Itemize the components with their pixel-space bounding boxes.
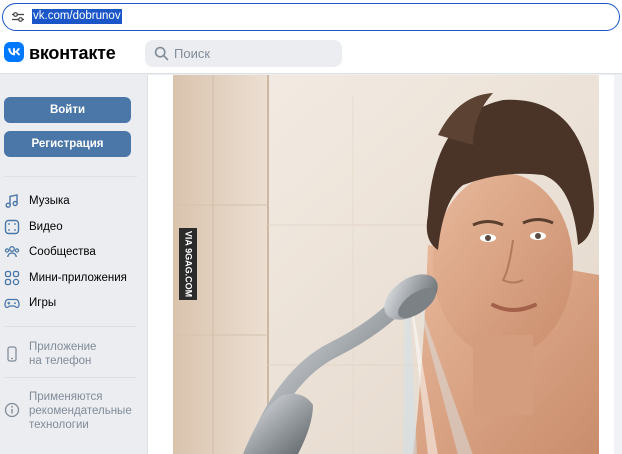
- search-input[interactable]: Поиск: [145, 40, 342, 67]
- register-button[interactable]: Регистрация: [4, 131, 131, 157]
- phone-icon: [7, 346, 17, 362]
- sidebar-item-communities[interactable]: Сообщества: [4, 242, 139, 262]
- watermark-text: VIA 9GAG.COM: [184, 231, 194, 297]
- recommended-line1: Применяются: [29, 391, 103, 403]
- sidebar-item-label: Игры: [29, 297, 57, 309]
- search-placeholder: Поиск: [174, 46, 211, 61]
- shower-selfie-image: [173, 75, 599, 454]
- sidebar-item-label: Сообщества: [29, 246, 96, 258]
- app-promo-line1: Приложение: [29, 341, 97, 353]
- recommended-line2: рекомендательные: [29, 405, 132, 417]
- sidebar-item-label: Видео: [29, 221, 63, 233]
- app-promo-line2: на телефон: [29, 355, 92, 367]
- url-field[interactable]: vk.com/dobrunov: [2, 3, 620, 31]
- sidebar-divider: [4, 176, 137, 177]
- info-icon: [4, 402, 20, 418]
- sidebar-item-video[interactable]: Видео: [4, 217, 139, 237]
- page-scrollbar[interactable]: [614, 75, 622, 454]
- sidebar-item-label: Музыка: [29, 195, 70, 207]
- sidebar-item-music[interactable]: Музыка: [4, 191, 139, 211]
- music-icon: [5, 194, 18, 208]
- communities-icon: [4, 246, 20, 258]
- site-logo-text[interactable]: вконтакте: [29, 43, 116, 63]
- search-icon: [154, 46, 169, 61]
- video-icon: [4, 219, 20, 235]
- sidebar-item-label: Мини-приложения: [29, 272, 127, 284]
- sidebar-divider: [4, 377, 137, 378]
- site-settings-icon[interactable]: [12, 12, 24, 22]
- sidebar-item-mini-apps[interactable]: Мини-приложения: [4, 268, 139, 288]
- url-text[interactable]: vk.com/dobrunov: [32, 9, 122, 24]
- post-photo[interactable]: [173, 75, 599, 454]
- sidebar-recommendations-note[interactable]: Применяются рекомендательные технологии: [4, 388, 139, 432]
- sidebar-item-games[interactable]: Игры: [4, 293, 139, 313]
- sidebar-item-app-promo[interactable]: Приложение на телефон: [4, 338, 139, 368]
- vk-logo-icon[interactable]: [4, 42, 24, 62]
- gamepad-icon: [4, 298, 20, 309]
- watermark-label: VIA 9GAG.COM: [179, 228, 197, 300]
- login-button[interactable]: Войти: [4, 97, 131, 123]
- sidebar-divider: [4, 326, 137, 327]
- mini-apps-icon: [4, 270, 20, 286]
- recommended-line3: технологии: [29, 419, 89, 431]
- browser-address-bar: vk.com/dobrunov: [0, 0, 622, 34]
